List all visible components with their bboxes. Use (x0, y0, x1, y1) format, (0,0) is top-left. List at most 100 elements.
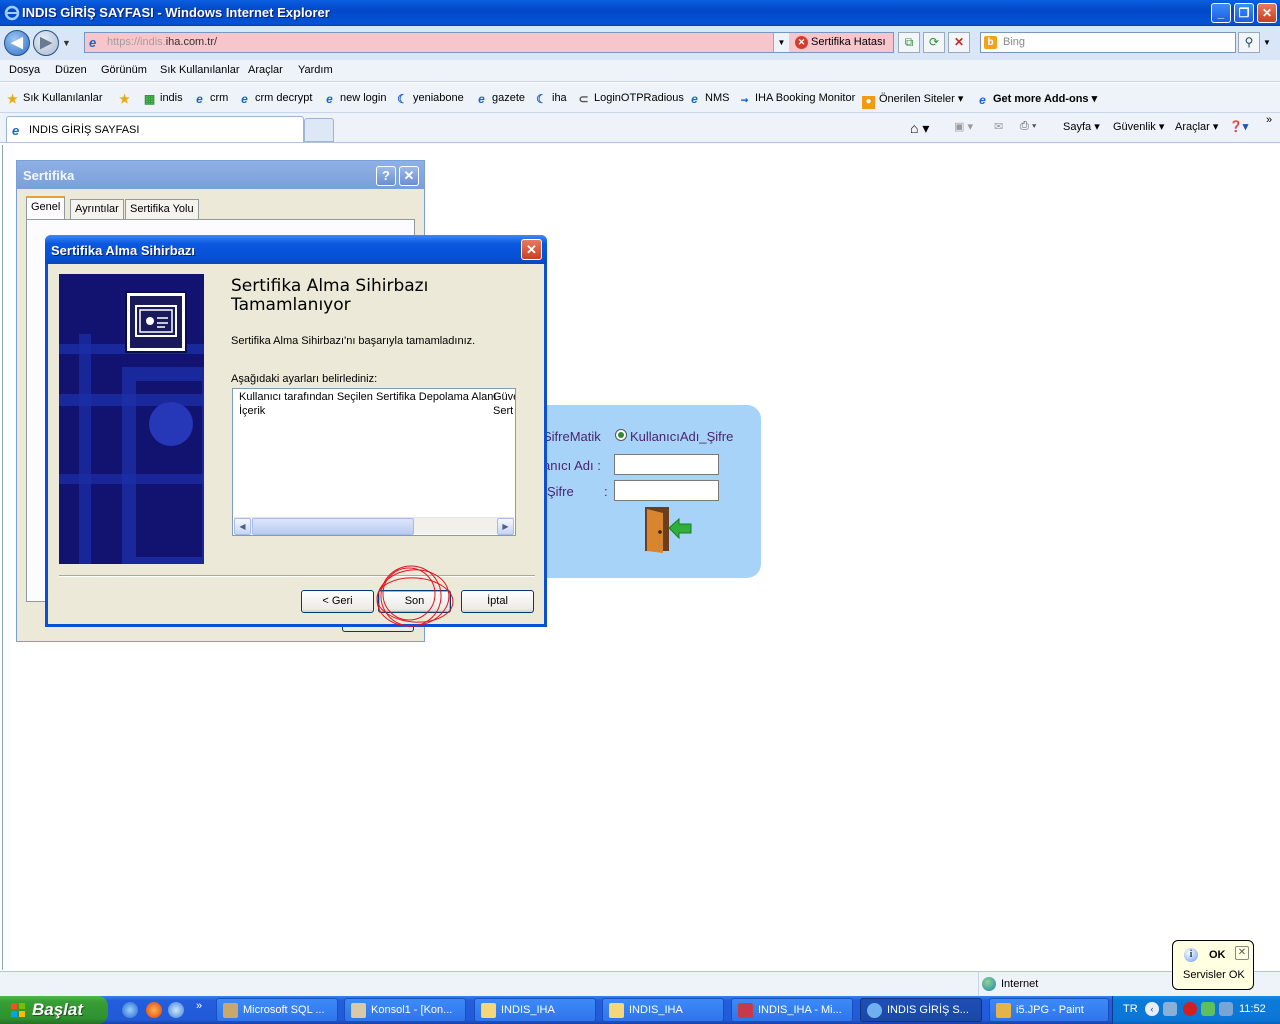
recent-pages-dropdown-icon[interactable]: ▼ (62, 38, 71, 48)
tools-menu-button[interactable]: Araçlar ▾ (1175, 120, 1218, 133)
folder-icon (481, 1003, 496, 1018)
stop-button[interactable]: ✕ (948, 32, 970, 53)
back-wizard-button[interactable]: < Geri (301, 590, 374, 613)
close-window-button[interactable]: ✕ (1257, 3, 1277, 23)
fav-iha[interactable]: ☾ iha (535, 92, 567, 106)
search-input[interactable]: Bing (1003, 36, 1025, 48)
tab-indis-giris[interactable]: e INDIS GİRİŞ SAYFASI (6, 116, 304, 142)
username-input[interactable] (614, 454, 719, 475)
print-icon[interactable]: ⎙ ▾ (1020, 120, 1036, 133)
help-icon[interactable]: ❓▾ (1229, 120, 1248, 133)
ie-alt-quicklaunch-icon[interactable] (168, 1002, 184, 1018)
certificate-error-button[interactable]: ✕ Sertifika Hatası (791, 33, 893, 52)
tray-app-icon[interactable] (1163, 1002, 1177, 1016)
menu-edit[interactable]: Düzen (55, 64, 87, 76)
search-options-dropdown-icon[interactable]: ▼ (1263, 38, 1271, 47)
taskbar-item-folder-1[interactable]: INDIS_IHA (474, 998, 596, 1022)
language-indicator[interactable]: TR (1123, 1003, 1138, 1015)
scrollbar-thumb[interactable] (252, 518, 414, 535)
minimize-button[interactable]: _ (1211, 3, 1231, 23)
close-dialog-button[interactable]: ✕ (399, 166, 419, 186)
address-url[interactable]: https://indis.iha.com.tr/ (107, 36, 217, 48)
tab-genel[interactable]: Genel (26, 196, 66, 220)
ie-quicklaunch-icon[interactable] (122, 1002, 138, 1018)
certificate-dialog-titlebar[interactable]: Sertifika ? ✕ (17, 161, 424, 189)
taskbar-item-ie[interactable]: INDIS GİRİŞ S... (860, 998, 982, 1022)
favorites-button[interactable]: ★ Sık Kullanılanlar (6, 92, 102, 106)
ie-page-icon: e (12, 123, 20, 138)
notification-balloon[interactable]: i OK ✕ Servisler OK (1172, 940, 1254, 990)
restore-button[interactable]: ❐ (1234, 3, 1254, 23)
fav-new-login[interactable]: e new login (323, 92, 386, 106)
wizard-titlebar[interactable]: Sertifika Alma Sihirbazı ✕ (45, 235, 547, 264)
fav-loginotpradious[interactable]: ⊂ LoginOTPRadious (577, 92, 683, 106)
fav-yeniabone[interactable]: ☾ yeniabone (396, 92, 464, 106)
compatibility-view-icon[interactable]: ⧉ (898, 32, 920, 53)
address-bar[interactable]: e https://indis.iha.com.tr/ ▼ ✕ Sertifik… (84, 32, 894, 53)
safety-menu-button[interactable]: Güvenlik ▾ (1113, 120, 1164, 133)
tray-network-icon[interactable] (1201, 1002, 1215, 1016)
suggested-sites-icon: ● (862, 96, 875, 109)
sifrematik-option-label[interactable]: SifreMatik (543, 429, 601, 444)
taskbar-item-folder-2[interactable]: INDIS_IHA (602, 998, 724, 1022)
scroll-right-icon[interactable]: ▶ (497, 518, 514, 535)
scroll-left-icon[interactable]: ◀ (234, 518, 251, 535)
forward-button[interactable]: ▶ (33, 30, 59, 56)
address-dropdown-icon[interactable]: ▼ (773, 33, 789, 52)
user-password-option-label[interactable]: KullanıcıAdı_Şifre (630, 429, 733, 444)
user-password-radio[interactable] (615, 429, 627, 441)
horizontal-scrollbar[interactable]: ◀ ▶ (234, 517, 514, 535)
window-titlebar[interactable]: INDIS GİRİŞ SAYFASI - Windows Internet E… (0, 0, 1280, 26)
add-to-favorites-bar-icon[interactable]: ★ (118, 92, 135, 106)
close-wizard-button[interactable]: ✕ (521, 239, 542, 260)
password-input[interactable] (614, 480, 719, 501)
menu-tools[interactable]: Araçlar (248, 64, 283, 76)
fav-crm[interactable]: e crm (193, 92, 228, 106)
security-zone[interactable]: Internet (978, 972, 1038, 996)
fav-gazete[interactable]: e gazete (475, 92, 525, 106)
new-tab-button[interactable] (304, 118, 334, 142)
home-icon[interactable]: ⌂ ▾ (910, 120, 929, 137)
clock[interactable]: 11:52 (1239, 1003, 1266, 1015)
feeds-icon[interactable]: ▣ ▾ (954, 120, 973, 133)
more-commands-icon[interactable]: » (1266, 114, 1272, 126)
refresh-button[interactable]: ⟳ (923, 32, 945, 53)
tray-expand-icon[interactable]: ‹ (1145, 1002, 1159, 1016)
menu-help[interactable]: Yardım (298, 64, 333, 76)
tray-antivirus-icon[interactable] (1183, 1002, 1197, 1016)
login-door-icon[interactable] (643, 505, 693, 555)
tab-ayrintilar[interactable]: Ayrıntılar (70, 199, 124, 219)
page-menu-button[interactable]: Sayfa ▾ (1063, 120, 1100, 133)
taskbar: Başlat » Microsoft SQL ... Konsol1 - [Ko… (0, 996, 1280, 1024)
ie-page-icon: e (241, 92, 248, 106)
help-button[interactable]: ? (376, 166, 396, 186)
fav-indis[interactable]: ▦ indis (143, 92, 183, 106)
quicklaunch-more-icon[interactable]: » (196, 1000, 202, 1012)
mail-icon[interactable]: ✉ (994, 120, 1003, 133)
taskbar-item-sql[interactable]: Microsoft SQL ... (216, 998, 338, 1022)
taskbar-item-konsol[interactable]: Konsol1 - [Kon... (344, 998, 466, 1022)
taskbar-item-project[interactable]: INDIS_IHA - Mi... (731, 998, 853, 1022)
firefox-quicklaunch-icon[interactable] (146, 1002, 162, 1018)
settings-listbox[interactable]: Kullanıcı tarafından Seçilen Sertifika D… (232, 388, 516, 536)
taskbar-item-paint[interactable]: i5.JPG - Paint (989, 998, 1109, 1022)
red-annotation-scribble (376, 565, 454, 627)
menu-view[interactable]: Görünüm (101, 64, 147, 76)
close-balloon-button[interactable]: ✕ (1235, 946, 1249, 960)
sql-server-icon (223, 1003, 238, 1018)
fav-crm-decrypt[interactable]: e crm decrypt (238, 92, 312, 106)
fav-iha-booking-monitor[interactable]: ⇝ IHA Booking Monitor (738, 92, 856, 107)
tray-monitor-icon[interactable] (1219, 1002, 1233, 1016)
back-button[interactable]: ◀ (4, 30, 30, 56)
ie-page-icon: e (979, 93, 986, 107)
fav-get-more-addons[interactable]: e Get more Add-ons ▾ (976, 92, 1097, 107)
search-icon[interactable]: ⚲ (1238, 32, 1260, 53)
search-box[interactable]: b Bing (980, 32, 1236, 53)
tab-sertifika-yolu[interactable]: Sertifika Yolu (125, 199, 199, 219)
menu-favorites[interactable]: Sık Kullanılanlar (160, 64, 240, 76)
cancel-button[interactable]: İptal (461, 590, 534, 613)
fav-nms[interactable]: e NMS (688, 92, 729, 106)
start-button[interactable]: Başlat (0, 996, 108, 1024)
fav-onerilen-siteler[interactable]: ● Önerilen Siteler ▾ (862, 92, 963, 109)
menu-file[interactable]: Dosya (9, 64, 40, 76)
